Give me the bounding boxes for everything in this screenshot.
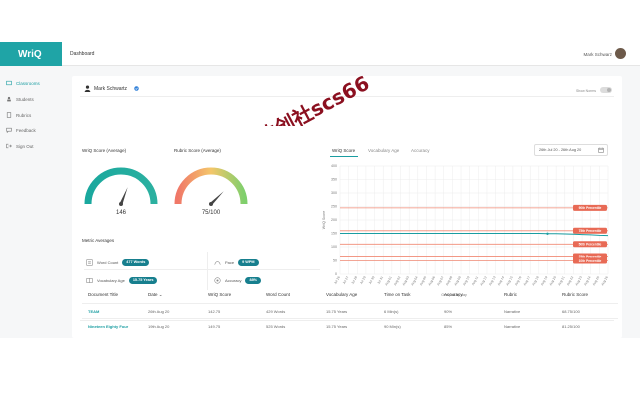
metric-vocabulary-age: Vocabulary Age 15.75 Years — [86, 270, 158, 290]
student-name: Mark Schwartz — [94, 86, 128, 92]
rubric-score-value: 75/100 — [201, 210, 221, 216]
x-tick-label: Aug 11 — [471, 275, 480, 286]
writq-gauge — [84, 167, 158, 206]
vocabulary-icon — [86, 277, 93, 283]
x-tick-label: Jul 30 — [368, 275, 376, 285]
app-frame: WriQ Dashboard Mark Schwarz Classrooms S… — [0, 42, 640, 338]
student-card: Mark Schwartz Show Norms WriQ Score (Ave… — [72, 76, 622, 338]
y-tick-label: 300 — [331, 191, 337, 195]
pace-icon — [214, 260, 221, 265]
avatar[interactable] — [615, 48, 626, 59]
top-bar: WriQ Dashboard Mark Schwarz — [0, 42, 640, 66]
sign-out-icon — [6, 143, 12, 149]
show-norms-toggle[interactable] — [600, 87, 612, 93]
rubric-gauge — [174, 167, 248, 206]
x-axis-label: Grouped by day — [441, 293, 467, 297]
x-tick-label: Jul 31 — [376, 275, 384, 285]
divider — [80, 320, 614, 321]
classroom-icon — [6, 80, 12, 86]
sidebar-item-label: Students — [16, 96, 34, 102]
y-tick-label: 250 — [331, 205, 337, 209]
metric-value-badge: 477 Words — [122, 258, 150, 266]
person-icon — [84, 85, 91, 92]
metric-value-badge: 15.75 Years — [128, 276, 158, 284]
metric-value-badge: 88% — [245, 276, 262, 284]
metric-label: Accuracy — [225, 277, 242, 283]
writq-score-label: WriQ Score (Average) — [82, 148, 127, 153]
date-range-value: 26th Jul 20 - 26th Aug 20 — [539, 148, 582, 152]
tab-vocabulary-age[interactable]: Vocabulary Age — [368, 148, 399, 153]
tab-writq-score[interactable]: WriQ Score — [332, 148, 355, 153]
writq-score-value: 146 — [115, 210, 126, 216]
sidebar-item-label: Feedback — [16, 127, 36, 133]
percentile-label: 75th Percentile — [579, 229, 602, 233]
y-tick-label: 200 — [331, 218, 337, 222]
feedback-icon — [6, 127, 12, 133]
rubric-icon — [6, 112, 12, 118]
x-tick-label: Aug 26 — [600, 275, 609, 286]
divider — [207, 252, 208, 290]
x-tick-label: Aug 10 — [462, 275, 471, 286]
y-axis-label: WriQ Score — [322, 211, 326, 230]
verified-icon — [134, 86, 139, 91]
y-tick-label: 400 — [331, 164, 337, 168]
metric-label: Word Count — [97, 259, 119, 265]
percentile-label: 50th Percentile — [579, 243, 602, 247]
sidebar-item-rubrics[interactable]: Rubrics — [6, 110, 31, 120]
y-tick-label: 350 — [331, 178, 337, 182]
page-title: Dashboard — [70, 51, 95, 57]
sidebar-item-label: Classrooms — [16, 80, 40, 86]
sidebar-item-label: Rubrics — [16, 112, 32, 118]
metric-averages-title: Metric Averages — [82, 238, 115, 243]
y-tick-label: 150 — [331, 232, 337, 236]
app-logo[interactable]: WriQ — [0, 42, 62, 66]
x-tick-label: Jul 26 — [333, 275, 341, 285]
writq-score-chart: 05010015020025030035040090th Percentile7… — [322, 164, 609, 297]
sidebar: Classrooms Students Rubrics Feedback Sig… — [0, 66, 64, 338]
x-tick-label: Jul 27 — [342, 275, 350, 285]
metric-label: Pace — [225, 259, 235, 265]
sidebar-item-students[interactable]: Students — [6, 94, 34, 104]
word-count-icon — [86, 258, 93, 266]
y-tick-label: 100 — [331, 245, 337, 249]
metric-accuracy: Accuracy 88% — [214, 270, 262, 290]
divider — [84, 269, 320, 270]
sidebar-item-sign-out[interactable]: Sign Out — [6, 141, 34, 151]
user-name[interactable]: Mark Schwarz — [583, 42, 612, 66]
data-point — [546, 232, 549, 235]
percentile-label: 10th Percentile — [579, 259, 602, 263]
date-range-picker[interactable]: 26th Jul 20 - 26th Aug 20 — [534, 144, 608, 156]
show-norms-label: Show Norms — [575, 89, 596, 93]
rubric-score-label: Rubric Score (Average) — [174, 148, 221, 153]
tab-accuracy[interactable]: Accuracy — [411, 148, 430, 153]
y-tick-label: 50 — [333, 259, 337, 263]
writq-score-line — [340, 233, 609, 237]
calendar-icon — [598, 147, 604, 153]
x-tick-label: Jul 28 — [350, 275, 358, 285]
metric-value-badge: 9 WPM — [238, 258, 259, 266]
active-tab-indicator — [330, 156, 358, 157]
accuracy-icon — [214, 276, 221, 284]
divider — [80, 96, 614, 97]
x-tick-label: Jul 29 — [359, 275, 367, 285]
sidebar-item-classrooms[interactable]: Classrooms — [6, 78, 40, 88]
sidebar-item-label: Sign Out — [16, 143, 34, 149]
sidebar-item-feedback[interactable]: Feedback — [6, 125, 36, 135]
metric-label: Vocabulary Age — [97, 277, 125, 283]
percentile-label: 90th Percentile — [579, 206, 602, 210]
student-icon — [7, 96, 11, 102]
